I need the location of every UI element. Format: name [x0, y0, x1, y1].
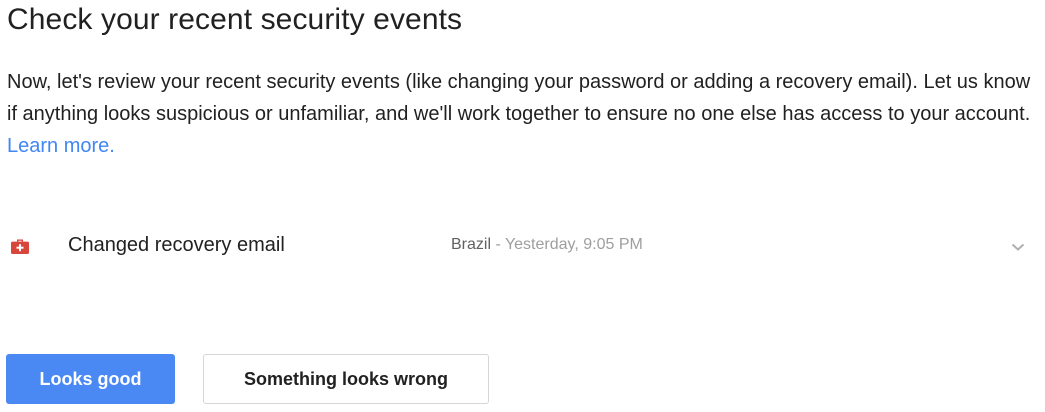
event-title: Changed recovery email: [68, 234, 285, 256]
event-location: Brazil: [451, 236, 492, 253]
event-separator: -: [491, 236, 505, 253]
something-looks-wrong-button[interactable]: Something looks wrong: [203, 354, 489, 404]
chevron-down-icon[interactable]: [1009, 238, 1027, 256]
event-meta: Brazil - Yesterday, 9:05 PM: [451, 234, 643, 256]
page-description: Now, let's review your recent security e…: [7, 66, 1043, 162]
learn-more-link[interactable]: Learn more.: [7, 135, 115, 157]
security-event-row[interactable]: Changed recovery email Brazil - Yesterda…: [0, 222, 1045, 270]
description-text: Now, let's review your recent security e…: [7, 71, 1031, 125]
page-title: Check your recent security events: [7, 3, 463, 36]
briefcase-medical-icon: [10, 236, 30, 256]
event-time: Yesterday, 9:05 PM: [504, 236, 643, 253]
looks-good-button[interactable]: Looks good: [6, 354, 175, 404]
